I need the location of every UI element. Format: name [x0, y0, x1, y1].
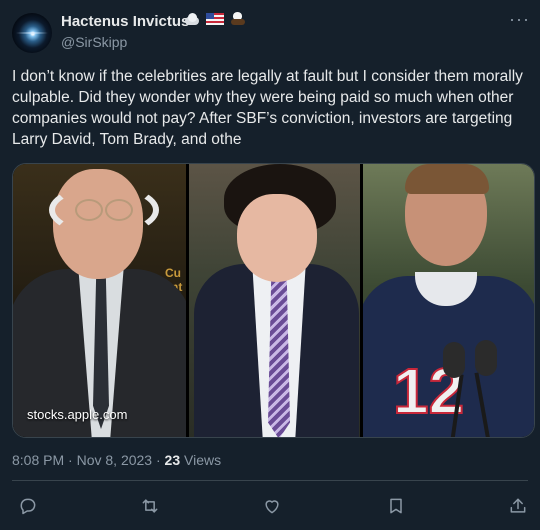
author-badges — [184, 12, 246, 26]
tweet-date[interactable]: Nov 8, 2023 — [77, 452, 153, 468]
retweet-button[interactable] — [136, 492, 164, 520]
cloud-icon — [184, 12, 200, 26]
retweet-icon — [142, 499, 158, 513]
glasses-shape — [75, 199, 133, 221]
like-button[interactable] — [258, 492, 286, 520]
action-bar — [0, 492, 540, 520]
like-icon — [265, 500, 279, 514]
microphone-icon — [443, 342, 465, 378]
divider — [12, 480, 528, 481]
share-button[interactable] — [504, 492, 532, 520]
meta-separator: · — [64, 452, 77, 468]
eagle-icon — [230, 12, 246, 26]
microphone-icon — [475, 340, 497, 376]
avatar[interactable] — [12, 13, 52, 53]
media-photo-3[interactable]: 12 — [363, 164, 534, 437]
tweet-card: Hactenus Invictus @SirSkipp ··· I don’t … — [0, 0, 540, 530]
hair-shape — [405, 164, 489, 194]
tweet-meta: 8:08 PM · Nov 8, 2023 · 23 Views — [12, 452, 221, 468]
views-count: 23 — [164, 452, 181, 468]
us-flag-icon — [206, 13, 224, 25]
author-display-name[interactable]: Hactenus Invictus — [61, 13, 189, 30]
image-watermark: stocks.apple.com — [27, 407, 128, 422]
bookmark-icon — [390, 498, 402, 514]
backdrop-lettering: Cu — [165, 266, 181, 280]
reply-button[interactable] — [14, 492, 42, 520]
more-options-icon[interactable]: ··· — [509, 9, 530, 30]
media-photo-1[interactable]: E Cu Ent stocks.apple.com — [13, 164, 186, 437]
tie-shape — [268, 274, 290, 437]
tweet-text: I don’t know if the celebrities are lega… — [12, 68, 523, 148]
reply-icon — [20, 498, 36, 515]
bookmark-button[interactable] — [382, 492, 410, 520]
tweet-time[interactable]: 8:08 PM — [12, 452, 64, 468]
tweet-media[interactable]: E Cu Ent stocks.apple.com 12 — [12, 163, 535, 438]
views-label: Views — [180, 452, 222, 468]
share-icon — [510, 498, 526, 513]
media-photo-2[interactable] — [189, 164, 360, 437]
face-shape — [237, 194, 317, 282]
meta-separator: · — [152, 452, 165, 468]
author-handle[interactable]: @SirSkipp — [61, 34, 127, 50]
